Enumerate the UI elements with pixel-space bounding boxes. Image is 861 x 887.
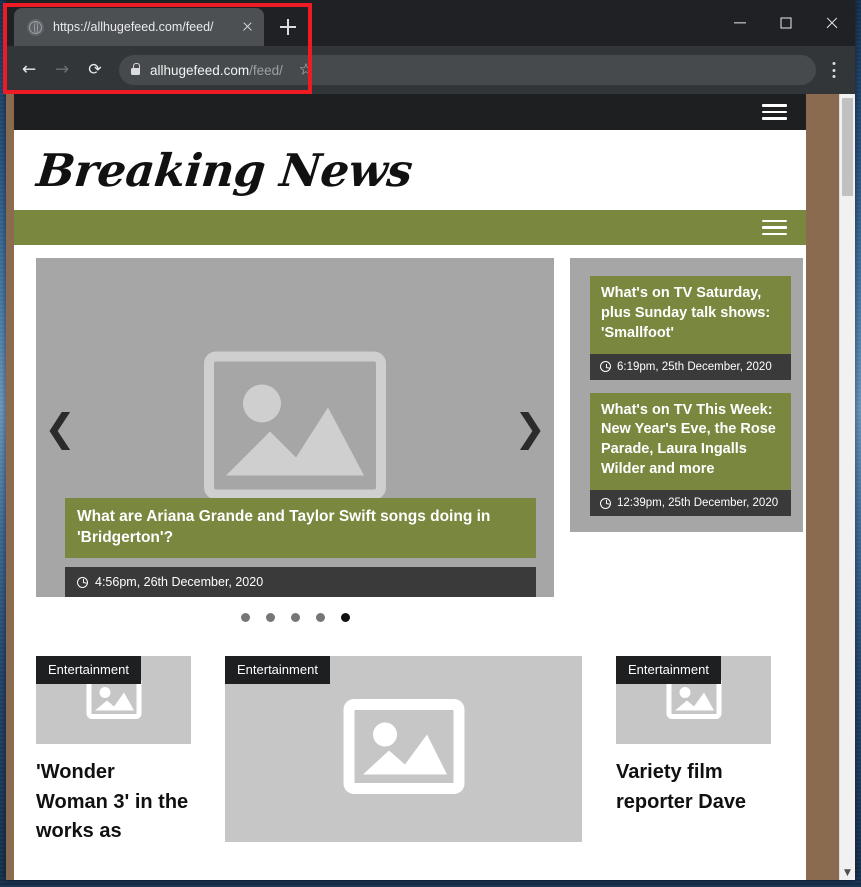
article-card[interactable]: Entertainment 'Wonder Woman 3' in the wo… [36, 656, 191, 847]
broken-image-icon [343, 699, 465, 800]
clock-icon [600, 497, 611, 509]
card-thumbnail: Entertainment [36, 656, 191, 744]
browser-tab-strip: https://allhugefeed.com/feed/ [6, 0, 855, 46]
article-cards-row: Entertainment 'Wonder Woman 3' in the wo… [14, 638, 806, 856]
tab-title: https://allhugefeed.com/feed/ [53, 20, 214, 34]
page-scrollbar[interactable]: ▼ [839, 94, 855, 880]
article-card[interactable]: Entertainment [225, 656, 582, 856]
url-path: /feed/ [249, 62, 283, 78]
carousel-dot[interactable] [265, 613, 275, 622]
carousel-dot[interactable] [315, 613, 325, 622]
back-button[interactable]: ← [14, 55, 44, 85]
sidebar-item-meta: 6:19pm, 25th December, 2020 [590, 353, 791, 380]
main-grid: ❮ ❯ What are Ariana Grande and Taylor Sw… [14, 245, 806, 638]
reload-icon: ⟳ [88, 59, 102, 79]
window-controls [717, 0, 855, 46]
lock-icon [131, 63, 141, 75]
category-badge[interactable]: Entertainment [225, 656, 330, 684]
globe-icon [27, 18, 44, 36]
carousel-slide-meta: 4:56pm, 26th December, 2020 [65, 567, 536, 597]
url-domain: allhugefeed.com [150, 62, 250, 78]
card-thumbnail: Entertainment [225, 656, 582, 842]
sidebar-featured-list: What's on TV Saturday, plus Sunday talk … [570, 258, 803, 533]
hamburger-menu-icon[interactable] [762, 219, 787, 236]
sidebar-item-title[interactable]: What's on TV This Week: New Year's Eve, … [590, 392, 791, 491]
site-logo-bar: Breaking News [14, 130, 806, 210]
carousel-slide-timestamp: 4:56pm, 26th December, 2020 [95, 575, 264, 589]
carousel-next-button[interactable]: ❯ [512, 409, 548, 447]
list-item[interactable]: What's on TV Saturday, plus Sunday talk … [590, 276, 791, 380]
carousel-prev-button[interactable]: ❮ [42, 409, 78, 447]
carousel-dots [36, 597, 554, 638]
scroll-down-arrow-icon[interactable]: ▼ [840, 869, 855, 878]
card-title[interactable]: 'Wonder Woman 3' in the works as [36, 758, 191, 847]
close-icon[interactable] [238, 18, 256, 36]
browser-window: https://allhugefeed.com/feed/ ← → ⟳ allh… [6, 0, 855, 880]
sidebar-item-meta: 12:39pm, 25th December, 2020 [590, 490, 791, 517]
carousel-stage: ❮ ❯ What are Ariana Grande and Taylor Sw… [36, 258, 554, 597]
card-title[interactable]: Variety film reporter Dave [616, 758, 771, 817]
browser-toolbar: ← → ⟳ allhugefeed.com/feed/ ☆ [6, 46, 855, 94]
category-badge[interactable]: Entertainment [616, 656, 721, 684]
card-thumbnail: Entertainment [616, 656, 771, 744]
list-item[interactable]: What's on TV This Week: New Year's Eve, … [590, 392, 791, 517]
address-bar[interactable]: allhugefeed.com/feed/ ☆ [119, 55, 816, 85]
arrow-right-icon: → [54, 59, 70, 80]
url-text: allhugefeed.com/feed/ [150, 63, 283, 78]
browser-tab[interactable]: https://allhugefeed.com/feed/ [14, 8, 264, 46]
featured-carousel: ❮ ❯ What are Ariana Grande and Taylor Sw… [36, 258, 554, 638]
page-canvas: Breaking News ❮ ❯ What are Ariana Grande… [6, 94, 839, 880]
website-content: Breaking News ❮ ❯ What are Ariana Grande… [14, 94, 806, 856]
sidebar-item-title[interactable]: What's on TV Saturday, plus Sunday talk … [590, 276, 791, 354]
site-top-bar [14, 94, 806, 130]
bookmark-star-icon[interactable]: ☆ [293, 57, 319, 83]
site-nav-bar [14, 210, 806, 245]
clock-icon [600, 361, 611, 373]
arrow-left-icon: ← [21, 59, 37, 80]
clock-icon [77, 576, 88, 588]
site-logo[interactable]: Breaking News [34, 144, 415, 197]
broken-image-icon [204, 351, 386, 504]
sidebar-item-timestamp: 12:39pm, 25th December, 2020 [617, 497, 779, 510]
sidebar-item-timestamp: 6:19pm, 25th December, 2020 [617, 360, 772, 373]
carousel-dot[interactable] [290, 613, 300, 622]
new-tab-button[interactable] [273, 12, 303, 42]
maximize-button[interactable] [763, 0, 809, 46]
carousel-slide-title[interactable]: What are Ariana Grande and Taylor Swift … [65, 498, 536, 558]
forward-button[interactable]: → [47, 55, 77, 85]
carousel-dot-active[interactable] [340, 613, 350, 622]
reload-button[interactable]: ⟳ [80, 55, 110, 85]
article-card[interactable]: Entertainment Variety film reporter Dave [616, 656, 771, 817]
minimize-button[interactable] [717, 0, 763, 46]
close-window-button[interactable] [809, 0, 855, 46]
hamburger-menu-icon[interactable] [762, 104, 787, 120]
carousel-dot[interactable] [240, 613, 250, 622]
scrollbar-thumb[interactable] [842, 98, 853, 196]
page-viewport: Breaking News ❮ ❯ What are Ariana Grande… [6, 94, 855, 880]
browser-menu-icon[interactable] [821, 57, 847, 83]
category-badge[interactable]: Entertainment [36, 656, 141, 684]
